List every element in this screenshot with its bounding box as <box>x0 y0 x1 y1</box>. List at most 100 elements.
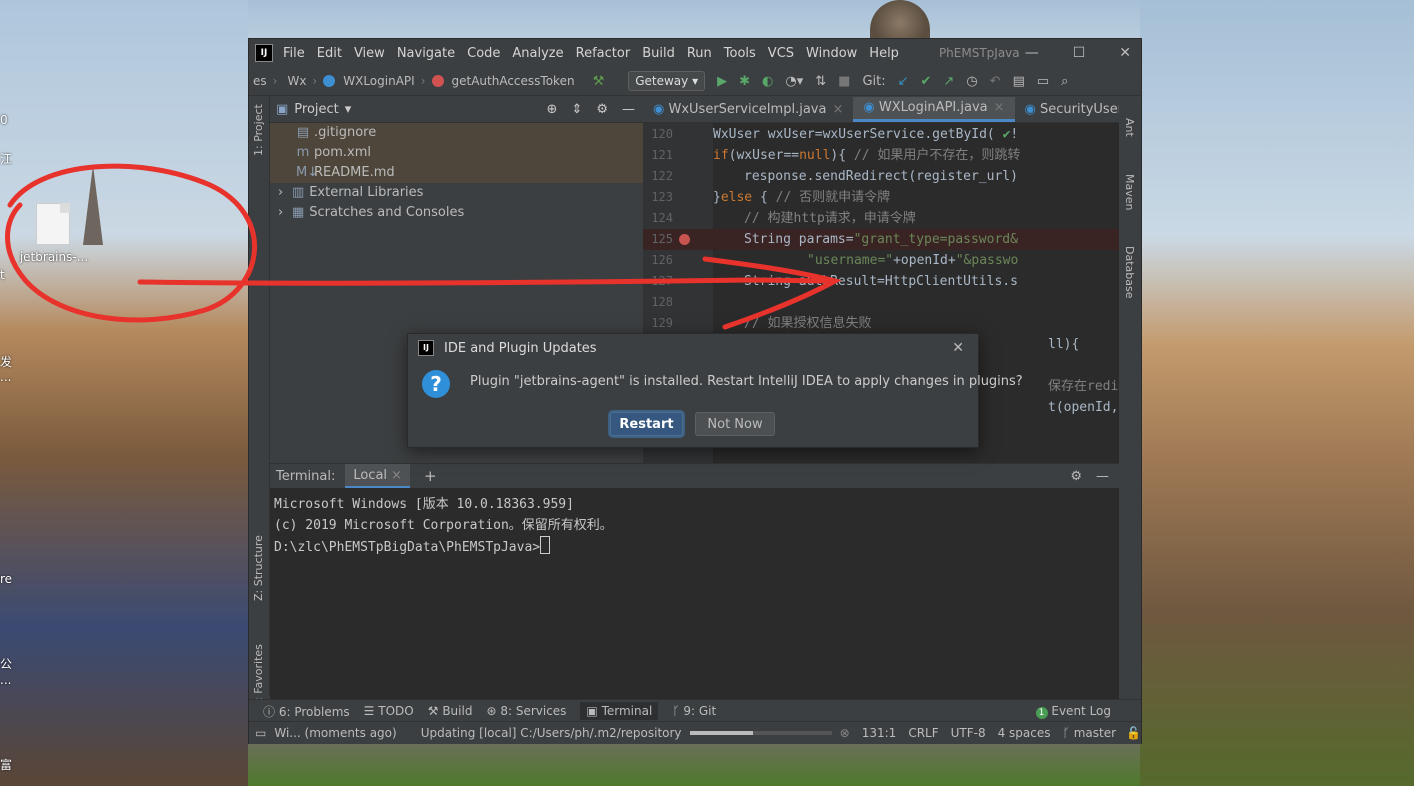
history-icon[interactable]: ◷ <box>966 74 977 89</box>
debug-icon[interactable]: ✱ <box>739 74 750 89</box>
profile-icon[interactable]: ◔▾ <box>785 74 803 89</box>
status-message[interactable]: Wi... (moments ago) <box>274 726 396 740</box>
event-log-button[interactable]: 1 Event Log <box>1035 704 1111 719</box>
line-number[interactable]: 124 <box>647 208 673 229</box>
desktop-edge-text: re <box>0 572 13 586</box>
menu-refactor[interactable]: Refactor <box>576 46 631 61</box>
gear-icon[interactable]: ⚙ <box>1070 469 1082 484</box>
maximize-icon[interactable]: ☐ <box>1073 45 1086 61</box>
tool-window-structure[interactable]: Z: Structure <box>252 535 265 601</box>
close-icon[interactable]: × <box>832 102 843 117</box>
update-icon[interactable]: ⇅ <box>815 74 826 89</box>
project-tree-item[interactable]: › ▥ External Libraries <box>270 183 643 203</box>
coverage-icon[interactable]: ◐ <box>762 74 773 89</box>
chevron-right-icon[interactable]: › <box>278 205 283 220</box>
line-number[interactable]: 125 <box>647 229 673 250</box>
run-icon[interactable]: ▶ <box>717 74 727 89</box>
breadcrumb-item[interactable]: WXLoginAPI <box>343 74 414 88</box>
tool-window-problems[interactable]: ⓘ 6: Problems <box>263 703 350 720</box>
editor-tab[interactable]: ◉ SecurityUser.ja ⌄ <box>1015 97 1119 122</box>
line-number[interactable]: 121 <box>647 145 673 166</box>
line-number[interactable]: 123 <box>647 187 673 208</box>
menu-edit[interactable]: Edit <box>317 46 342 61</box>
menu-vcs[interactable]: VCS <box>768 46 794 61</box>
tool-window-build[interactable]: ⚒ Build <box>428 704 473 718</box>
hide-icon[interactable]: — <box>622 102 635 117</box>
presentation-icon[interactable]: ▭ <box>1037 74 1049 89</box>
git-commit-icon[interactable]: ✔ <box>921 74 932 89</box>
locate-icon[interactable]: ⊕ <box>547 102 558 117</box>
line-number[interactable]: 120 <box>647 124 673 145</box>
restart-button[interactable]: Restart <box>610 412 683 436</box>
breadcrumb-item[interactable]: getAuthAccessToken <box>452 74 575 88</box>
tool-window-services[interactable]: ⊛ 8: Services <box>486 704 566 718</box>
line-number[interactable]: 129 <box>647 313 673 334</box>
tool-window-ant[interactable]: Ant <box>1123 118 1136 137</box>
terminal-output[interactable]: Microsoft Windows [版本 10.0.18363.959] (c)… <box>270 488 1119 564</box>
caret-position[interactable]: 131:1 <box>862 726 897 740</box>
project-structure-icon[interactable]: ▤ <box>1013 74 1025 89</box>
project-tree-item[interactable]: m pom.xml <box>270 143 643 163</box>
project-header-label[interactable]: Project <box>294 102 338 117</box>
search-icon[interactable]: ⌕ <box>1061 74 1068 89</box>
project-tree-item[interactable]: ▤ .gitignore <box>270 123 643 143</box>
menu-help[interactable]: Help <box>869 46 899 61</box>
cancel-icon[interactable]: ⊗ <box>840 726 850 740</box>
window-title: PhEMSTpJava <box>938 46 1020 60</box>
run-config-select[interactable]: Geteway ▾ <box>628 71 706 91</box>
close-icon[interactable]: ✕ <box>1119 45 1131 61</box>
breadcrumb-item[interactable]: Wx <box>287 74 306 88</box>
tool-window-maven[interactable]: Maven <box>1123 174 1136 210</box>
hide-icon[interactable]: — <box>1096 469 1109 484</box>
menu-analyze[interactable]: Analyze <box>512 46 563 61</box>
git-push-icon[interactable]: ↗ <box>943 74 954 89</box>
line-number[interactable]: 128 <box>647 292 673 313</box>
chevron-right-icon[interactable]: › <box>278 185 283 200</box>
stop-icon[interactable]: ■ <box>838 74 850 89</box>
file-encoding[interactable]: UTF-8 <box>951 726 986 740</box>
project-tree-item[interactable]: M↓README.md <box>270 163 643 183</box>
editor-tab[interactable]: ◉ WxUserServiceImpl.java × <box>643 97 853 122</box>
desktop-file-label[interactable]: jetbrains-... <box>14 250 94 264</box>
menu-build[interactable]: Build <box>642 46 675 61</box>
not-now-button[interactable]: Not Now <box>695 412 775 436</box>
indent-setting[interactable]: 4 spaces <box>998 726 1051 740</box>
menu-view[interactable]: View <box>354 46 385 61</box>
tool-window-database[interactable]: Database <box>1123 246 1136 299</box>
tool-window-todo[interactable]: ☰ TODO <box>364 704 414 718</box>
hammer-icon[interactable]: ⚒ <box>593 74 605 89</box>
menu-code[interactable]: Code <box>467 46 500 61</box>
close-icon[interactable]: × <box>391 468 402 483</box>
menu-file[interactable]: File <box>283 46 305 61</box>
line-separator[interactable]: CRLF <box>908 726 938 740</box>
line-number[interactable]: 127 <box>647 271 673 292</box>
git-branch[interactable]: master <box>1074 726 1116 740</box>
breadcrumb-item[interactable]: es <box>253 74 267 88</box>
chevron-down-icon[interactable]: ▾ <box>345 102 352 117</box>
close-icon[interactable]: ✕ <box>952 340 964 356</box>
tool-window-terminal[interactable]: ▣ Terminal <box>580 702 659 720</box>
lock-icon[interactable]: 🔓 <box>1126 726 1141 740</box>
desktop-file-icon[interactable] <box>36 203 70 245</box>
gear-icon[interactable]: ⚙ <box>596 102 608 117</box>
git-update-icon[interactable]: ↙ <box>898 74 909 89</box>
tool-window-git[interactable]: ᚴ 9: Git <box>672 704 716 718</box>
menu-window[interactable]: Window <box>806 46 857 61</box>
line-number[interactable]: 122 <box>647 166 673 187</box>
collapse-icon[interactable]: ⇕ <box>571 102 582 117</box>
line-number[interactable]: 126 <box>647 250 673 271</box>
terminal-tab-local[interactable]: Local × <box>345 464 410 488</box>
tool-window-project[interactable]: 1: Project <box>252 104 265 156</box>
minimize-icon[interactable]: — <box>1025 45 1039 61</box>
menu-navigate[interactable]: Navigate <box>397 46 455 61</box>
status-layout-icon[interactable]: ▭ <box>255 726 266 740</box>
rollback-icon[interactable]: ↶ <box>990 74 1001 89</box>
add-terminal-icon[interactable]: + <box>424 467 437 485</box>
menu-tools[interactable]: Tools <box>724 46 756 61</box>
close-icon[interactable]: × <box>994 100 1005 115</box>
project-tree-item[interactable]: › ▦ Scratches and Consoles <box>270 203 643 223</box>
breakpoint-icon[interactable] <box>679 234 690 245</box>
menu-run[interactable]: Run <box>687 46 712 61</box>
editor-tab-active[interactable]: ◉ WXLoginAPI.java × <box>853 97 1015 122</box>
code-line: 124 // 构建http请求，申请令牌 <box>643 208 1119 229</box>
